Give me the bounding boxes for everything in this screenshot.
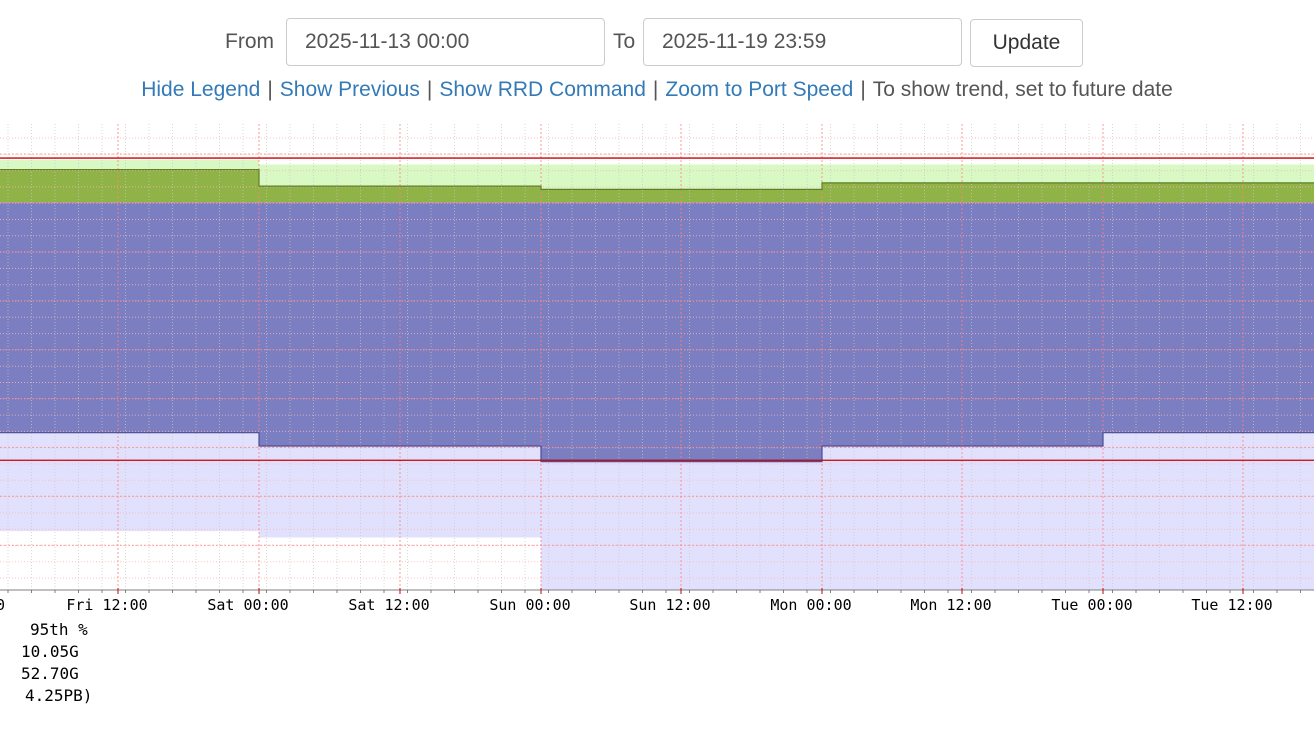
trend-note: To show trend, set to future date xyxy=(872,78,1173,101)
to-date-input[interactable] xyxy=(643,18,962,66)
zoom-to-port-speed-link[interactable]: Zoom to Port Speed xyxy=(665,78,853,101)
x-tick-label: Mon 12:00 xyxy=(910,596,991,614)
x-tick-label: Sat 00:00 xyxy=(207,596,288,614)
separator: | xyxy=(860,78,866,101)
x-tick-label: Mon 00:00 xyxy=(770,596,851,614)
x-tick-label: Sat 12:00 xyxy=(348,596,429,614)
show-rrd-command-link[interactable]: Show RRD Command xyxy=(439,78,646,101)
x-axis: 0 Fri 12:00 Sat 00:00 Sat 12:00 Sun 00:00 Sun… xyxy=(0,588,1314,614)
x-tick-label: Sun 12:00 xyxy=(629,596,710,614)
graph-options-bar: Hide Legend | Show Previous | Show RRD Comma… xyxy=(0,78,1314,102)
separator: | xyxy=(267,78,273,101)
legend-value-out: 52.70G xyxy=(21,664,79,683)
x-tick-label: 0 xyxy=(0,596,5,614)
graph-fill-layer xyxy=(0,159,1314,590)
x-tick-label: Sun 00:00 xyxy=(489,596,570,614)
hide-legend-link[interactable]: Hide Legend xyxy=(141,78,260,101)
to-label: To xyxy=(613,30,636,53)
x-tick-label: Tue 00:00 xyxy=(1051,596,1132,614)
legend-value-total: 4.25PB) xyxy=(25,686,93,705)
legend-95th-header: 95th % xyxy=(30,620,88,639)
purple-area xyxy=(0,202,1314,462)
separator: | xyxy=(652,78,659,101)
x-tick-label: Tue 12:00 xyxy=(1191,596,1272,614)
from-date-input[interactable] xyxy=(286,18,605,66)
show-previous-link[interactable]: Show Previous xyxy=(280,78,420,101)
x-tick-label: Fri 12:00 xyxy=(66,596,147,614)
from-label: From xyxy=(225,30,274,53)
legend-value-in: 10.05G xyxy=(21,642,79,661)
update-button[interactable]: Update xyxy=(970,19,1083,67)
separator: | xyxy=(426,78,433,101)
traffic-graph: 0 Fri 12:00 Sat 00:00 Sat 12:00 Sun 00:00 Sun… xyxy=(0,124,1314,614)
date-range-form: From To Update xyxy=(0,18,1314,70)
